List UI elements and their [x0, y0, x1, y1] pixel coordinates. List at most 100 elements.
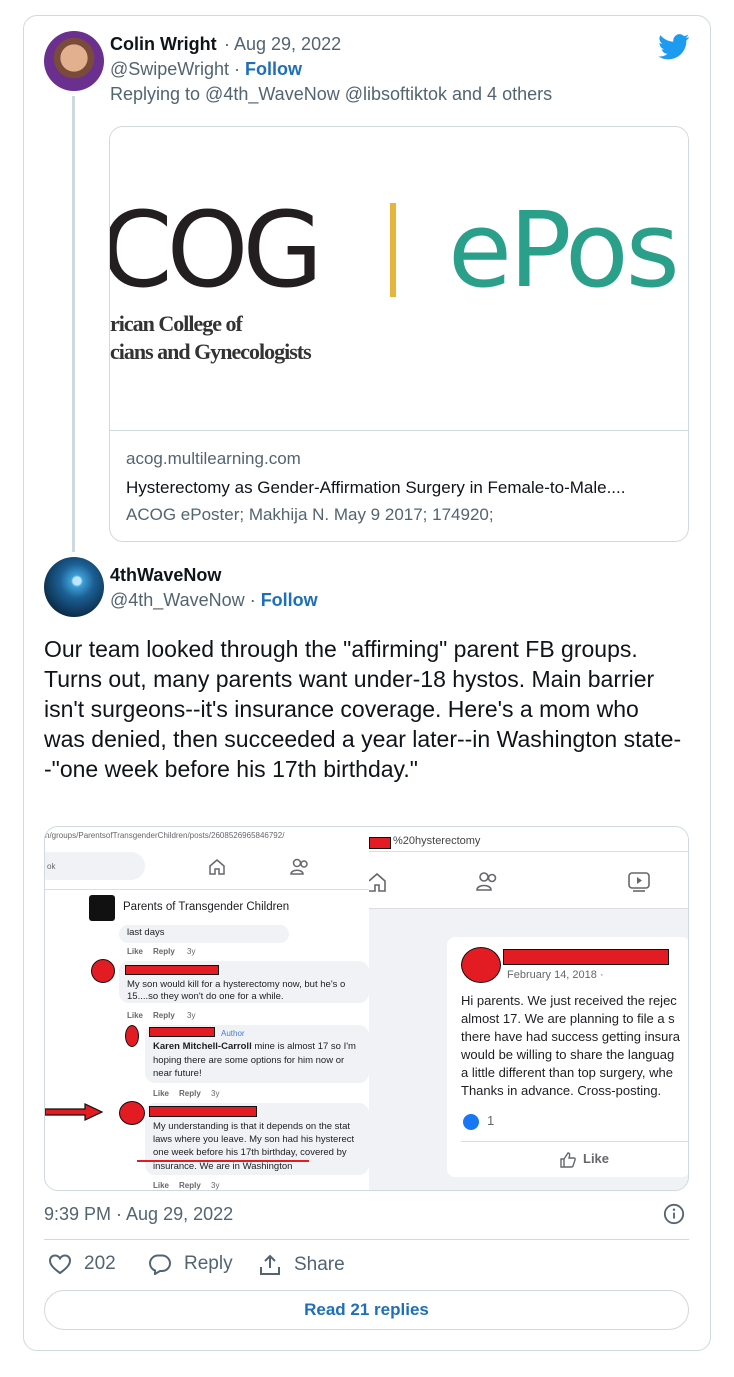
friends-icon	[290, 858, 308, 875]
reply-label: Reply	[184, 1253, 233, 1274]
separator-dot: ·	[234, 59, 245, 79]
acog-logo-text: COG	[109, 189, 323, 311]
fb-url-right: %20hysterectomy	[393, 835, 481, 847]
reply-author-name[interactable]: Colin Wright	[110, 34, 217, 55]
comment-2-like: Like	[153, 1089, 170, 1098]
fb-search-box	[45, 852, 145, 880]
like-thumb-icon	[560, 1152, 576, 1168]
acog-subtitle-1: rican College of	[110, 311, 243, 336]
friends-icon	[476, 872, 497, 891]
redacted-name-1	[125, 965, 219, 975]
watch-icon	[628, 872, 650, 892]
post-date: February 14, 2018 ·	[507, 969, 604, 981]
fb-url-divider	[369, 851, 688, 852]
redacted-name-3	[149, 1106, 257, 1117]
eposter-logo-text: ePos	[448, 189, 680, 311]
replying-to[interactable]: Replying to @4th_WaveNow @libsoftiktok a…	[110, 84, 552, 105]
main-author-name[interactable]: 4thWaveNow	[110, 565, 221, 586]
comment-1-reply: Reply	[153, 1011, 175, 1020]
comment-3-line1: My understanding is that it depends on t…	[153, 1121, 350, 1132]
link-preview-card[interactable]: COG ePos rican College of cians and Gyne…	[109, 126, 689, 542]
colin-wright-avatar[interactable]	[44, 31, 104, 91]
redacted-poster-avatar	[461, 947, 501, 983]
post-line-2: almost 17. We are planning to file a s	[461, 1011, 675, 1026]
post-like-button: Like	[583, 1151, 610, 1166]
comment-0-age: 3y	[187, 947, 196, 956]
like-count: 202	[84, 1253, 116, 1274]
comment-0-reply: Reply	[153, 947, 175, 956]
group-name: Parents of Transgender Children	[123, 901, 290, 913]
comment-3-reply: Reply	[179, 1181, 201, 1190]
acog-subtitle-2: cians and Gynecologists	[110, 339, 312, 364]
reply-follow-link[interactable]: Follow	[245, 59, 302, 79]
redacted-poster-name	[503, 949, 669, 965]
post-divider	[461, 1141, 688, 1142]
group-avatar	[89, 895, 115, 921]
author-badge: Author	[221, 1029, 245, 1038]
reply-handle-row: @SwipeWright · Follow	[110, 59, 302, 80]
comment-3-line3: one week before his 17th birthday, cover…	[153, 1147, 347, 1158]
separator-dot: ·	[249, 590, 261, 610]
reply-action[interactable]: Reply	[148, 1253, 233, 1275]
home-icon	[369, 872, 386, 892]
info-icon[interactable]	[663, 1203, 685, 1225]
post-line-5: a little different than top surgery, whe	[461, 1065, 673, 1080]
redacted-avatar-1	[91, 959, 115, 983]
post-line-6: Thanks in advance. Cross-posting.	[461, 1083, 662, 1098]
tweet-timestamp[interactable]: 9:39 PM · Aug 29, 2022	[44, 1204, 233, 1225]
fb-divider	[45, 889, 369, 890]
twitter-bird-icon[interactable]	[658, 34, 690, 60]
main-handle[interactable]: @4th_WaveNow	[110, 590, 245, 610]
main-handle-row: @4th_WaveNow · Follow	[110, 590, 318, 611]
comment-1-line1: My son would kill for a hysterectomy now…	[127, 979, 346, 990]
post-line-1: Hi parents. We just received the rejec	[461, 993, 677, 1008]
4thwavenow-avatar[interactable]	[44, 557, 104, 617]
comment-0-like: Like	[127, 947, 144, 956]
comment-2-author: Karen Mitchell-Carroll	[153, 1041, 252, 1052]
comment-2-reply: Reply	[179, 1089, 201, 1098]
share-icon	[260, 1254, 280, 1275]
arrow-icon	[45, 1103, 104, 1121]
read-replies-label: Read 21 replies	[304, 1300, 429, 1319]
fb-url-left: n/groups/ParentsofTransgenderChildren/po…	[45, 831, 285, 840]
redacted-name-2	[149, 1027, 215, 1037]
comment-3-line2: laws where you leave. My son had his hys…	[153, 1134, 355, 1145]
heart-icon	[48, 1254, 72, 1275]
main-follow-link[interactable]: Follow	[261, 590, 318, 610]
comment-2-age: 3y	[211, 1089, 220, 1098]
like-action[interactable]: 202	[48, 1253, 116, 1275]
comment-2-line1: Karen Mitchell-Carroll mine is almost 17…	[153, 1041, 356, 1053]
home-icon	[209, 859, 225, 875]
fb-search-stub: ok	[47, 862, 56, 871]
tweet-body: Our team looked through the "affirming" …	[44, 636, 682, 782]
redacted-avatar-2	[125, 1025, 139, 1047]
reply-handle[interactable]: @SwipeWright	[110, 59, 229, 79]
comment-1-like: Like	[127, 1011, 144, 1020]
link-description: ACOG ePoster; Makhija N. May 9 2017; 174…	[126, 505, 494, 524]
comment-3-like: Like	[153, 1181, 170, 1190]
fb-post-panel: %20hysterectomy February 14, 2018 · Hi p…	[369, 827, 688, 1190]
attached-screenshot[interactable]: n/groups/ParentsofTransgenderChildren/po…	[44, 826, 689, 1191]
comment-2-line3: near future!	[153, 1068, 202, 1079]
comment-2-line2: hoping there are some options for him no…	[153, 1055, 345, 1066]
link-title: Hysterectomy as Gender-Affirmation Surge…	[126, 478, 626, 497]
share-action[interactable]: Share	[258, 1253, 345, 1277]
thread-connector	[72, 96, 75, 552]
fb-comments-panel: n/groups/ParentsofTransgenderChildren/po…	[45, 827, 369, 1190]
reply-bubble-icon	[148, 1254, 172, 1275]
link-domain: acog.multilearning.com	[126, 449, 301, 468]
comment-0-text: last days	[127, 927, 165, 938]
comment-1-age: 3y	[187, 1011, 196, 1020]
share-label: Share	[294, 1254, 345, 1275]
acog-divider-bar	[390, 203, 396, 297]
redacted-url-part	[369, 837, 391, 849]
comment-2-text1: mine is almost 17 so I'm	[254, 1041, 356, 1052]
comment-3-line4: insurance. We are in Washington	[153, 1161, 293, 1172]
read-replies-button[interactable]: Read 21 replies	[44, 1290, 689, 1330]
stats-divider	[44, 1239, 689, 1240]
comment-3-age: 3y	[211, 1181, 220, 1190]
acog-eposter-banner: COG ePos rican College of cians and Gyne…	[109, 127, 688, 431]
reply-date[interactable]: · Aug 29, 2022	[224, 34, 341, 55]
comment-1-line2: 15....so they won't do one for a while.	[127, 991, 284, 1002]
redacted-avatar-3	[119, 1101, 145, 1125]
